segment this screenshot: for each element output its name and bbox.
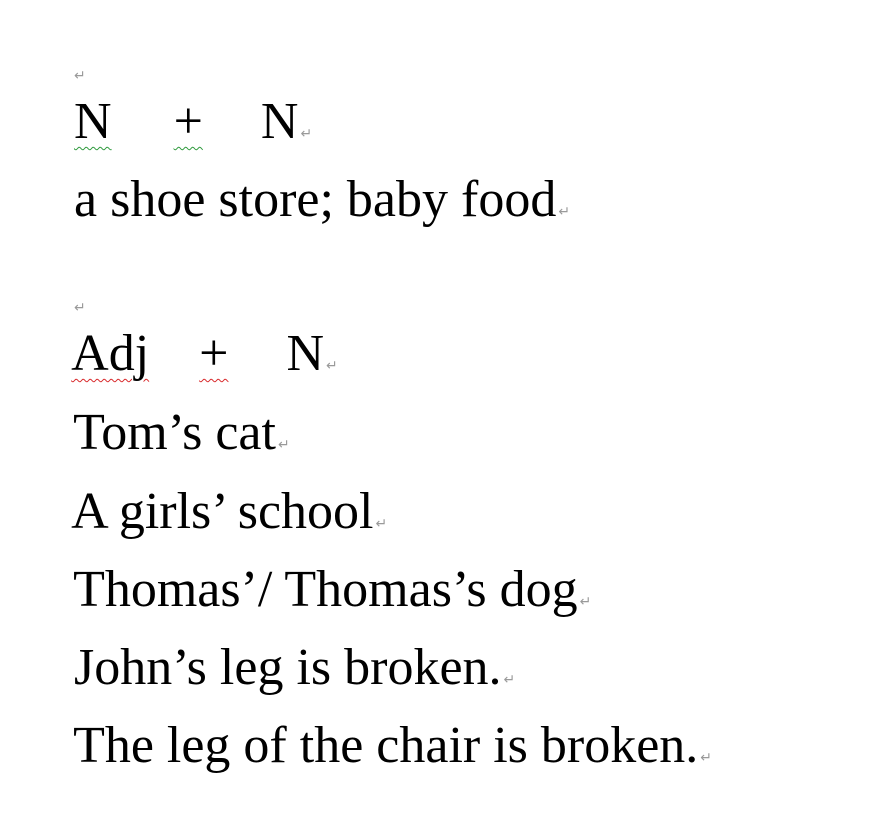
paragraph-mark-icon: ↵ xyxy=(558,204,571,220)
pattern-right: N xyxy=(286,325,325,382)
paragraph-mark-icon: ↵ xyxy=(579,594,592,610)
example-text: The leg of the chair is broken. xyxy=(73,717,699,774)
example-noun-noun: a shoe store; baby food ↵ xyxy=(22,122,570,278)
paragraph-mark-icon: ↵ xyxy=(326,358,338,374)
example-text: a shoe store; baby food xyxy=(74,171,557,228)
paragraph-mark-icon: ↵ xyxy=(700,750,713,766)
example-line: The leg of the chair is broken. ↵ xyxy=(22,668,712,824)
document-page[interactable]: ↵ N + N ↵ a shoe store; baby food ↵ ↵ Adj + N ↵… xyxy=(0,0,894,772)
